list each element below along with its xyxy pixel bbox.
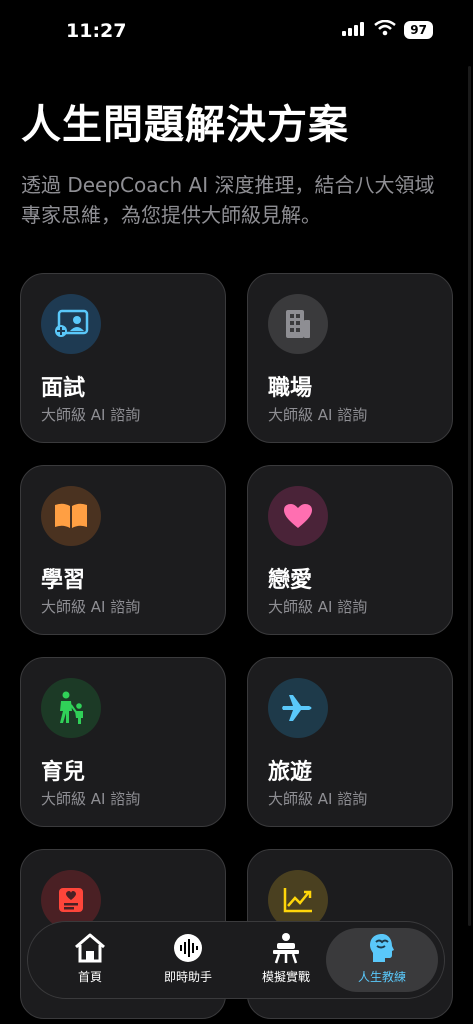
tab-simulation[interactable]: 模擬實戰 bbox=[236, 928, 336, 992]
category-title: 職場 bbox=[268, 376, 313, 401]
category-card-love[interactable]: 戀愛 大師級 AI 諮詢 bbox=[247, 465, 453, 635]
scroll-indicator[interactable] bbox=[468, 66, 471, 926]
category-subtitle: 大師級 AI 諮詢 bbox=[268, 790, 368, 808]
category-title: 學習 bbox=[41, 568, 86, 593]
book-icon bbox=[41, 486, 101, 546]
category-subtitle: 大師級 AI 諮詢 bbox=[41, 406, 141, 424]
home-icon bbox=[40, 930, 140, 966]
tab-label: 首頁 bbox=[77, 970, 102, 984]
category-card-learning[interactable]: 學習 大師級 AI 諮詢 bbox=[20, 465, 226, 635]
status-icons: 97 bbox=[342, 19, 433, 40]
battery-icon: 97 bbox=[404, 21, 433, 39]
tab-live-assistant[interactable]: 即時助手 bbox=[138, 928, 238, 992]
presenter-icon bbox=[236, 930, 336, 966]
category-title: 育兒 bbox=[41, 760, 86, 785]
waveform-icon bbox=[138, 930, 238, 966]
category-subtitle: 大師級 AI 諮詢 bbox=[41, 790, 141, 808]
parent-child-icon bbox=[41, 678, 101, 738]
tab-label: 即時助手 bbox=[163, 970, 212, 984]
building-icon bbox=[268, 294, 328, 354]
category-title: 面試 bbox=[41, 376, 86, 401]
category-title: 戀愛 bbox=[268, 568, 313, 593]
category-subtitle: 大師級 AI 諮詢 bbox=[41, 598, 141, 616]
wifi-icon bbox=[374, 19, 397, 40]
status-bar: 11:27 97 bbox=[0, 0, 473, 64]
page-subtitle: 透過 DeepCoach AI 深度推理，結合八大領域專家思維，為您提供大師級見… bbox=[21, 173, 435, 227]
tab-label: 模擬實戰 bbox=[261, 970, 310, 984]
page-title: 人生問題解決方案 bbox=[21, 102, 349, 148]
airplane-icon bbox=[268, 678, 328, 738]
category-card-career[interactable]: 職場 大師級 AI 諮詢 bbox=[247, 273, 453, 443]
category-title: 旅遊 bbox=[268, 760, 313, 785]
category-card-travel[interactable]: 旅遊 大師級 AI 諮詢 bbox=[247, 657, 453, 827]
brain-head-icon bbox=[326, 930, 438, 966]
tab-life-coach[interactable]: 人生教練 bbox=[326, 928, 438, 992]
tab-bar: 首頁 即時助手 模擬實戰 人生教練 bbox=[27, 921, 445, 999]
interview-icon bbox=[41, 294, 101, 354]
category-card-interview[interactable]: 面試 大師級 AI 諮詢 bbox=[20, 273, 226, 443]
category-subtitle: 大師級 AI 諮詢 bbox=[268, 406, 368, 424]
heart-icon bbox=[268, 486, 328, 546]
category-card-parenting[interactable]: 育兒 大師級 AI 諮詢 bbox=[20, 657, 226, 827]
category-subtitle: 大師級 AI 諮詢 bbox=[268, 598, 368, 616]
tab-label: 人生教練 bbox=[357, 970, 406, 984]
tab-home[interactable]: 首頁 bbox=[40, 928, 140, 992]
signal-icon bbox=[342, 21, 366, 40]
status-time: 11:27 bbox=[66, 20, 127, 42]
